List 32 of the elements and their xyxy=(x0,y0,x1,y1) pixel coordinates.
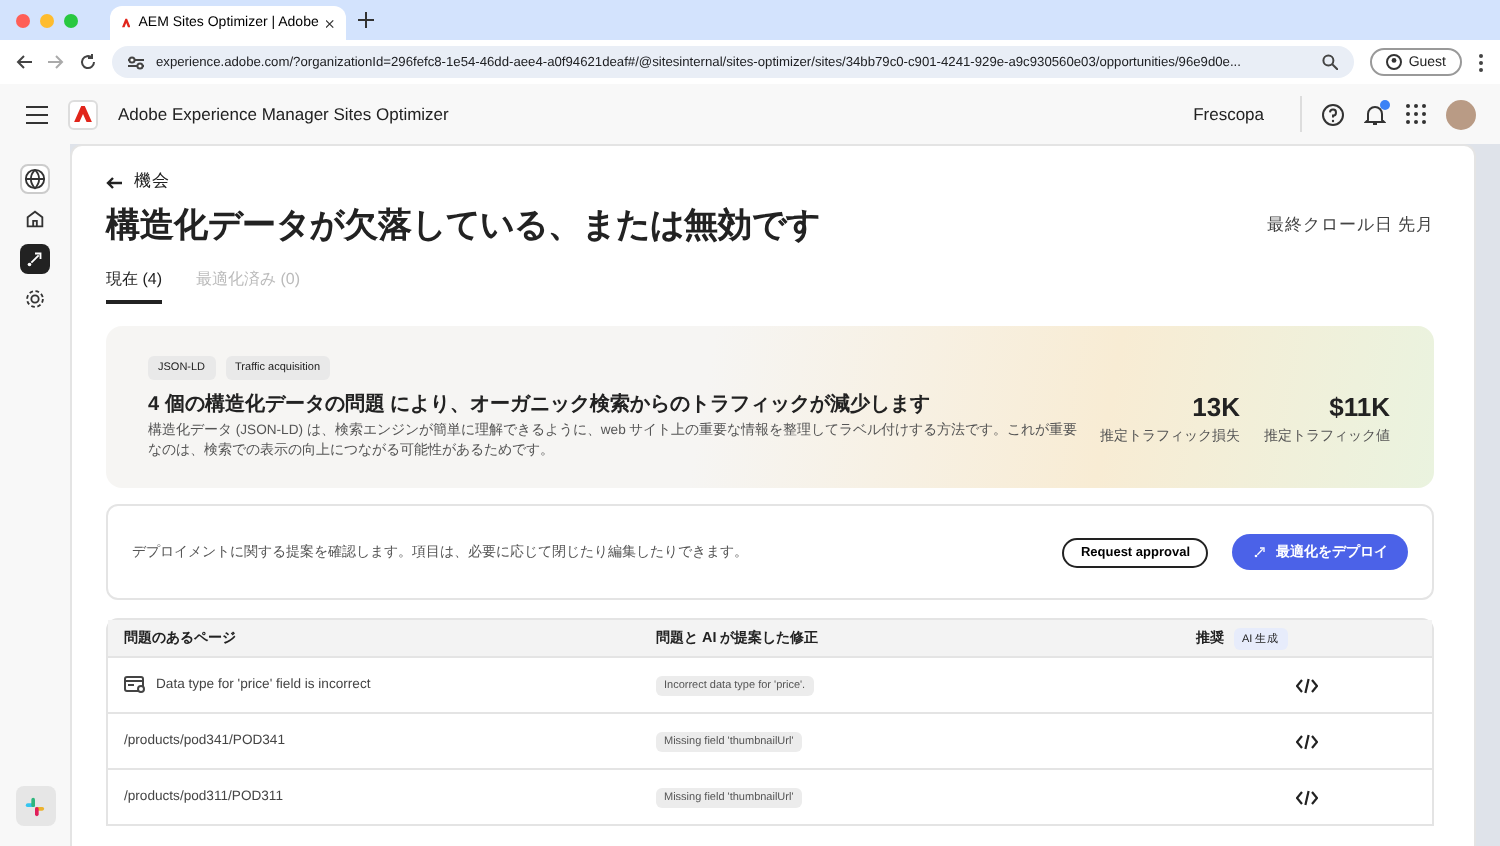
apps-grid-icon[interactable] xyxy=(1406,104,1426,124)
summary-heading: 4 個の構造化データの問題 により、オーガニック検索からのトラフィックが減少します xyxy=(148,391,933,418)
help-icon[interactable] xyxy=(1322,103,1344,125)
site-settings-icon[interactable] xyxy=(128,55,144,69)
code-icon[interactable] xyxy=(1296,789,1318,806)
person-icon xyxy=(1386,54,1403,70)
adobe-logo-icon xyxy=(68,99,98,129)
metric-value: $11K xyxy=(1329,392,1390,423)
page-title: 構造化データが欠落している、または無効です xyxy=(106,204,820,248)
new-tab-icon[interactable] xyxy=(358,12,374,28)
back-arrow-icon[interactable] xyxy=(16,54,32,70)
bell-icon[interactable] xyxy=(1364,103,1386,125)
more-menu-icon[interactable] xyxy=(1478,53,1484,71)
form-icon xyxy=(124,676,146,695)
product-title: Adobe Experience Manager Sites Optimizer xyxy=(118,104,449,124)
settings-icon[interactable] xyxy=(20,284,50,314)
zoom-icon[interactable] xyxy=(1322,54,1339,70)
globe-icon[interactable] xyxy=(20,164,50,194)
back-link[interactable]: 機会 xyxy=(134,170,170,194)
back-arrow-icon[interactable] xyxy=(106,175,122,189)
reload-icon[interactable] xyxy=(80,54,96,70)
code-icon[interactable] xyxy=(1296,677,1318,694)
adobe-logo-icon xyxy=(122,16,131,30)
organization-name[interactable]: Frescopa xyxy=(1193,104,1264,124)
sparkle-chart-icon xyxy=(1252,544,1268,561)
tab[interactable]: 現在 (4) xyxy=(106,268,162,304)
last-crawl-text: 最終クロール日 先月 xyxy=(1267,213,1434,237)
metric-value: 13K xyxy=(1192,392,1240,423)
sparkle-chart-icon[interactable] xyxy=(20,244,50,274)
menu-icon[interactable] xyxy=(26,105,48,123)
close-icon[interactable] xyxy=(326,17,334,29)
code-icon[interactable] xyxy=(1296,733,1318,750)
